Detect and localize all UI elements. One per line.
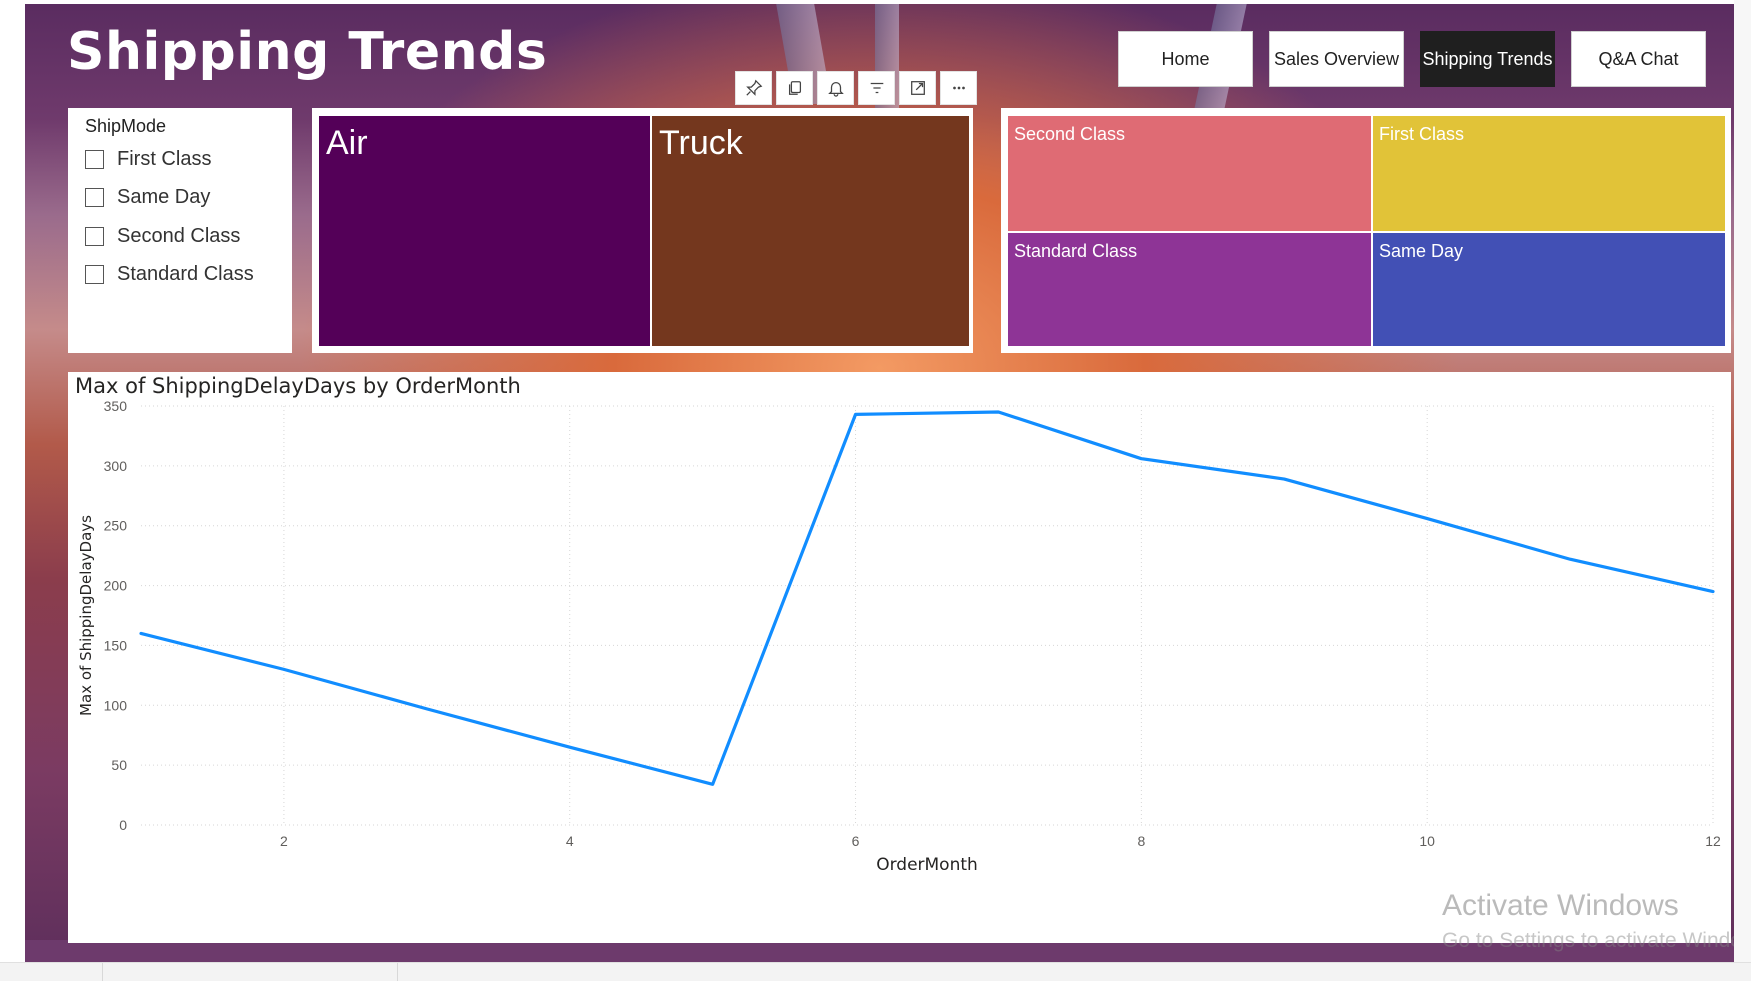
line-chart-visual[interactable]: Max of ShippingDelayDays by OrderMonth 0… — [68, 372, 1731, 943]
checkbox-icon[interactable] — [85, 227, 104, 246]
copy-button[interactable] — [776, 71, 813, 105]
slicer-item-label: Second Class — [117, 225, 241, 247]
y-tick-label: 150 — [104, 637, 128, 653]
pin-icon — [745, 79, 762, 96]
treemap-tile-first-class[interactable]: First Class — [1373, 116, 1725, 231]
slicer-title: ShipMode — [85, 116, 167, 136]
tile-label: Truck — [659, 124, 743, 162]
slicer-item-label: First Class — [117, 148, 212, 170]
y-tick-label: 0 — [119, 817, 127, 833]
vertical-scrollbar[interactable] — [1734, 0, 1751, 962]
nav-qa-chat-button[interactable]: Q&A Chat — [1571, 31, 1706, 87]
checkbox-icon[interactable] — [85, 150, 104, 169]
pin-button[interactable] — [735, 71, 772, 105]
page-tabs-bar — [0, 962, 1751, 981]
treemap-tile-truck[interactable]: Truck — [652, 116, 969, 346]
tile-label: Standard Class — [1014, 241, 1138, 261]
y-axis-title: Max of ShippingDelayDays — [77, 515, 95, 716]
y-tick-label: 200 — [104, 578, 128, 594]
shipmode-slicer: ShipMode First Class Same Day Second Cla… — [68, 108, 292, 353]
divider — [102, 963, 103, 981]
tile-label: Air — [326, 124, 368, 162]
tile-label: First Class — [1379, 124, 1464, 144]
x-tick-label: 12 — [1705, 833, 1721, 849]
nav-sales-overview-button[interactable]: Sales Overview — [1269, 31, 1404, 87]
x-tick-label: 4 — [566, 833, 574, 849]
slicer-item-first-class[interactable]: First Class — [85, 148, 211, 171]
x-axis-title: OrderMonth — [876, 855, 978, 875]
slicer-item-label: Same Day — [117, 186, 211, 208]
y-tick-label: 300 — [104, 458, 128, 474]
y-tick-label: 350 — [104, 398, 128, 414]
treemap-tile-second-class[interactable]: Second Class — [1008, 116, 1371, 231]
y-tick-label: 100 — [104, 697, 128, 713]
divider — [397, 963, 398, 981]
activate-windows-subtext: Go to Settings to activate Windows. — [1442, 929, 1734, 952]
x-tick-label: 8 — [1137, 833, 1145, 849]
treemap-ship-by: Air Truck — [312, 108, 973, 353]
y-tick-label: 50 — [111, 757, 127, 773]
slicer-item-label: Standard Class — [117, 263, 254, 285]
alert-button[interactable] — [817, 71, 854, 105]
x-tick-label: 2 — [280, 833, 288, 849]
checkbox-icon[interactable] — [85, 188, 104, 207]
copy-icon — [788, 81, 801, 95]
focus-mode-button[interactable] — [899, 71, 936, 105]
visual-header-toolbar — [735, 71, 977, 105]
page-title: Shipping Trends — [67, 22, 548, 82]
treemap-tile-air[interactable]: Air — [319, 116, 650, 346]
slicer-item-same-day[interactable]: Same Day — [85, 186, 210, 209]
y-tick-label: 250 — [104, 518, 128, 534]
line-chart-svg: 0 50 100 150 200 250 300 350 2 4 6 8 10 12 OrderMonth M… — [77, 398, 1721, 875]
filter-icon — [870, 82, 883, 94]
filter-button[interactable] — [858, 71, 895, 105]
activate-windows-watermark: Activate Windows — [1442, 889, 1679, 922]
checkbox-icon[interactable] — [85, 265, 104, 284]
x-tick-label: 10 — [1419, 833, 1435, 849]
slicer-item-standard-class[interactable]: Standard Class — [85, 263, 254, 286]
treemap-ship-mode: Second Class First Class Standard Class … — [1001, 108, 1731, 353]
tile-label: Same Day — [1379, 241, 1464, 261]
focus-mode-icon — [910, 81, 925, 95]
treemap-tile-same-day[interactable]: Same Day — [1373, 233, 1725, 346]
tile-label: Second Class — [1014, 124, 1126, 144]
more-options-icon — [952, 86, 965, 90]
bell-icon — [827, 81, 844, 97]
more-options-button[interactable] — [940, 71, 977, 105]
treemap-tile-standard-class[interactable]: Standard Class — [1008, 233, 1371, 346]
nav-shipping-trends-button[interactable]: Shipping Trends — [1420, 31, 1555, 87]
report-canvas: Shipping Trends Home Sales Overview Ship… — [25, 4, 1734, 962]
nav-home-button[interactable]: Home — [1118, 31, 1253, 87]
series-line — [139, 410, 1715, 786]
x-tick-label: 6 — [852, 833, 860, 849]
slicer-item-second-class[interactable]: Second Class — [85, 225, 240, 248]
